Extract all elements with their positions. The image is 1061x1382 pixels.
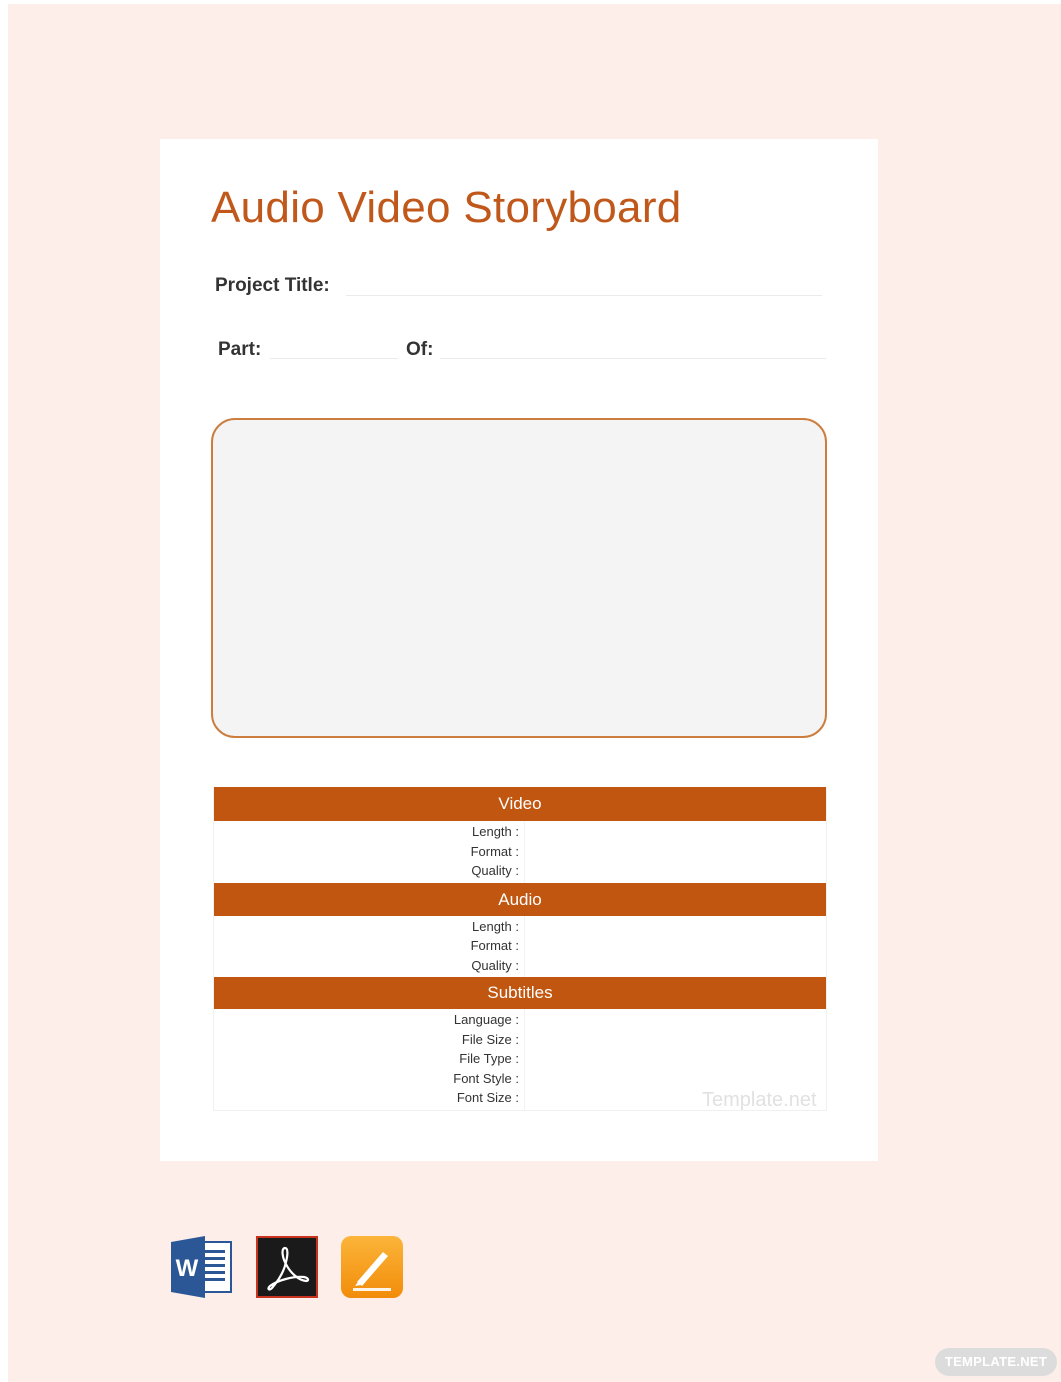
template-net-badge: TEMPLATE.NET (935, 1348, 1057, 1376)
row-label: File Type : (459, 1051, 519, 1066)
word-letter: W (176, 1255, 199, 1282)
word-icon[interactable]: W (171, 1236, 233, 1298)
row-label: Length : (472, 918, 519, 934)
row-label: Quality : (471, 957, 519, 973)
subtitles-language-row: Language : (214, 1010, 826, 1030)
row-label: Length : (472, 824, 519, 839)
project-title-line (346, 295, 822, 296)
row-label: Language : (453, 1012, 519, 1027)
spec-table: Video Length : Format : Quality : Audio … (213, 787, 827, 1111)
part-label: Part: (218, 339, 262, 360)
section-header-video: Video (214, 787, 826, 821)
section-header-subtitles: Subtitles (214, 977, 826, 1009)
template-watermark: Template.net (702, 1089, 817, 1111)
storyboard-frame (211, 418, 827, 738)
audio-section: Audio Length : Format : Quality : (214, 882, 826, 978)
acrobat-pdf-icon[interactable] (256, 1236, 318, 1298)
audio-length-row: Length : (214, 917, 826, 937)
video-quality-row: Quality : (214, 861, 826, 881)
row-label: File Size : (461, 1031, 519, 1047)
row-label: Format : (470, 843, 519, 859)
video-format-row: Format : (214, 842, 826, 862)
subtitles-font-style-row: Font Style : (214, 1069, 826, 1089)
document-title: Audio Video Storyboard (211, 183, 682, 232)
video-length-row: Length : (214, 822, 826, 842)
document-page: Audio Video Storyboard Project Title: Pa… (160, 139, 878, 1161)
section-header-audio: Audio (214, 882, 826, 916)
audio-format-row: Format : (214, 936, 826, 956)
audio-quality-row: Quality : (214, 956, 826, 976)
row-label: Format : (470, 938, 519, 953)
subtitles-file-type-row: File Type : (214, 1049, 826, 1069)
video-rows: Length : Format : Quality : (214, 821, 826, 883)
part-line (270, 358, 398, 359)
row-label: Quality : (471, 863, 519, 878)
video-section: Video Length : Format : Quality : (214, 787, 826, 883)
row-label: Font Size : (456, 1090, 519, 1105)
subtitles-file-size-row: File Size : (214, 1030, 826, 1050)
project-title-label: Project Title: (215, 275, 330, 296)
row-label: Font Style : (453, 1070, 519, 1086)
of-label: Of: (406, 339, 434, 360)
of-line (440, 358, 826, 359)
pages-icon[interactable] (341, 1236, 403, 1298)
audio-rows: Length : Format : Quality : (214, 915, 826, 978)
